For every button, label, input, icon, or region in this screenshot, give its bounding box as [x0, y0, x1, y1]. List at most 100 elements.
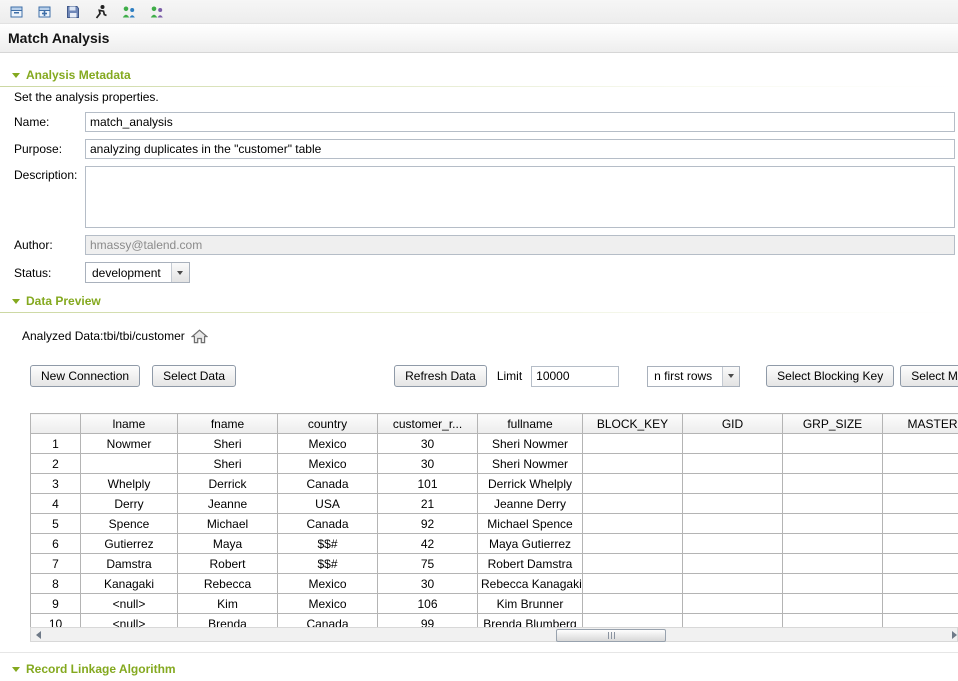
- expand-editor-icon[interactable]: [34, 2, 56, 22]
- data-cell[interactable]: Mexico: [278, 434, 378, 454]
- data-cell[interactable]: Rebecca: [178, 574, 278, 594]
- analysis-metadata-header[interactable]: Analysis Metadata: [0, 67, 958, 83]
- row-number-cell[interactable]: 1: [31, 434, 81, 454]
- data-cell[interactable]: Derrick: [178, 474, 278, 494]
- reload-analysis-icon[interactable]: [146, 2, 168, 22]
- select-matching-key-button[interactable]: Select Matching Key: [900, 365, 958, 387]
- collapse-editor-icon[interactable]: [6, 2, 28, 22]
- data-cell[interactable]: Sheri Nowmer: [478, 454, 583, 474]
- data-cell[interactable]: [683, 494, 783, 514]
- data-cell[interactable]: 92: [378, 514, 478, 534]
- save-icon[interactable]: [62, 2, 84, 22]
- data-cell[interactable]: [583, 434, 683, 454]
- data-cell[interactable]: <null>: [81, 594, 178, 614]
- data-cell[interactable]: 42: [378, 534, 478, 554]
- data-cell[interactable]: [883, 434, 958, 454]
- data-cell[interactable]: Sheri: [178, 454, 278, 474]
- row-number-cell[interactable]: 4: [31, 494, 81, 514]
- status-dropdown[interactable]: development: [85, 262, 190, 283]
- table-row[interactable]: 5SpenceMichaelCanada92Michael Spence: [31, 514, 958, 534]
- data-cell[interactable]: Sheri: [178, 434, 278, 454]
- data-cell[interactable]: Rebecca Kanagaki: [478, 574, 583, 594]
- data-cell[interactable]: [883, 594, 958, 614]
- data-cell[interactable]: [683, 534, 783, 554]
- data-cell[interactable]: [683, 614, 783, 628]
- data-cell[interactable]: Canada: [278, 474, 378, 494]
- purpose-field[interactable]: [85, 139, 955, 159]
- column-header-block-key[interactable]: BLOCK_KEY: [583, 414, 683, 434]
- data-cell[interactable]: Kanagaki: [81, 574, 178, 594]
- data-cell[interactable]: [683, 454, 783, 474]
- data-cell[interactable]: Robert: [178, 554, 278, 574]
- record-linkage-header[interactable]: Record Linkage Algorithm: [0, 661, 958, 677]
- data-cell[interactable]: [883, 474, 958, 494]
- data-cell[interactable]: Brenda Blumberg: [478, 614, 583, 628]
- column-header-fullname[interactable]: fullname: [478, 414, 583, 434]
- data-preview-header[interactable]: Data Preview: [0, 293, 958, 309]
- data-cell[interactable]: 30: [378, 434, 478, 454]
- scroll-left-arrow[interactable]: [31, 628, 46, 641]
- refresh-data-button[interactable]: Refresh Data: [394, 365, 487, 387]
- data-cell[interactable]: $$#: [278, 534, 378, 554]
- row-number-cell[interactable]: 7: [31, 554, 81, 574]
- refresh-analysis-icon[interactable]: [118, 2, 140, 22]
- data-cell[interactable]: [583, 574, 683, 594]
- data-cell[interactable]: Mexico: [278, 594, 378, 614]
- data-cell[interactable]: Canada: [278, 614, 378, 628]
- data-cell[interactable]: [583, 554, 683, 574]
- chevron-down-icon[interactable]: [12, 299, 20, 304]
- data-cell[interactable]: [783, 494, 883, 514]
- table-row[interactable]: 1NowmerSheriMexico30Sheri Nowmer: [31, 434, 958, 454]
- data-cell[interactable]: [783, 434, 883, 454]
- data-cell[interactable]: [783, 534, 883, 554]
- column-header-master[interactable]: MASTER: [883, 414, 958, 434]
- data-cell[interactable]: USA: [278, 494, 378, 514]
- data-cell[interactable]: Robert Damstra: [478, 554, 583, 574]
- data-cell[interactable]: [883, 494, 958, 514]
- data-cell[interactable]: [683, 514, 783, 534]
- data-cell[interactable]: [683, 474, 783, 494]
- data-cell[interactable]: Maya Gutierrez: [478, 534, 583, 554]
- data-cell[interactable]: 101: [378, 474, 478, 494]
- data-cell[interactable]: [683, 574, 783, 594]
- row-number-cell[interactable]: 8: [31, 574, 81, 594]
- data-cell[interactable]: [783, 574, 883, 594]
- data-cell[interactable]: Nowmer: [81, 434, 178, 454]
- data-cell[interactable]: [883, 614, 958, 628]
- description-field[interactable]: [85, 166, 955, 228]
- data-cell[interactable]: [783, 554, 883, 574]
- table-row[interactable]: 10<null>BrendaCanada99Brenda Blumberg: [31, 614, 958, 628]
- data-cell[interactable]: [683, 434, 783, 454]
- row-number-cell[interactable]: 6: [31, 534, 81, 554]
- column-header-lname[interactable]: lname: [81, 414, 178, 434]
- row-number-cell[interactable]: 5: [31, 514, 81, 534]
- table-row[interactable]: 6GutierrezMaya$$#42Maya Gutierrez: [31, 534, 958, 554]
- data-cell[interactable]: <null>: [81, 614, 178, 628]
- rows-mode-dropdown-button[interactable]: [722, 367, 739, 386]
- table-row[interactable]: 3WhelplyDerrickCanada101Derrick Whelply: [31, 474, 958, 494]
- data-cell[interactable]: Kim Brunner: [478, 594, 583, 614]
- data-cell[interactable]: Mexico: [278, 574, 378, 594]
- data-cell[interactable]: Mexico: [278, 454, 378, 474]
- data-cell[interactable]: 30: [378, 454, 478, 474]
- data-cell[interactable]: Derrick Whelply: [478, 474, 583, 494]
- data-cell[interactable]: [583, 494, 683, 514]
- table-row[interactable]: 9<null>KimMexico106Kim Brunner: [31, 594, 958, 614]
- data-cell[interactable]: Canada: [278, 514, 378, 534]
- data-cell[interactable]: Kim: [178, 594, 278, 614]
- row-number-cell[interactable]: 9: [31, 594, 81, 614]
- data-cell[interactable]: [783, 514, 883, 534]
- data-cell[interactable]: Whelply: [81, 474, 178, 494]
- data-cell[interactable]: [783, 594, 883, 614]
- data-cell[interactable]: $$#: [278, 554, 378, 574]
- horizontal-scrollbar[interactable]: [30, 627, 958, 642]
- data-cell[interactable]: 99: [378, 614, 478, 628]
- run-analysis-icon[interactable]: [90, 2, 112, 22]
- data-cell[interactable]: Brenda: [178, 614, 278, 628]
- data-cell[interactable]: Jeanne Derry: [478, 494, 583, 514]
- data-cell[interactable]: Derry: [81, 494, 178, 514]
- data-cell[interactable]: [783, 474, 883, 494]
- chevron-down-icon[interactable]: [12, 667, 20, 672]
- data-cell[interactable]: [583, 514, 683, 534]
- data-cell[interactable]: Spence: [81, 514, 178, 534]
